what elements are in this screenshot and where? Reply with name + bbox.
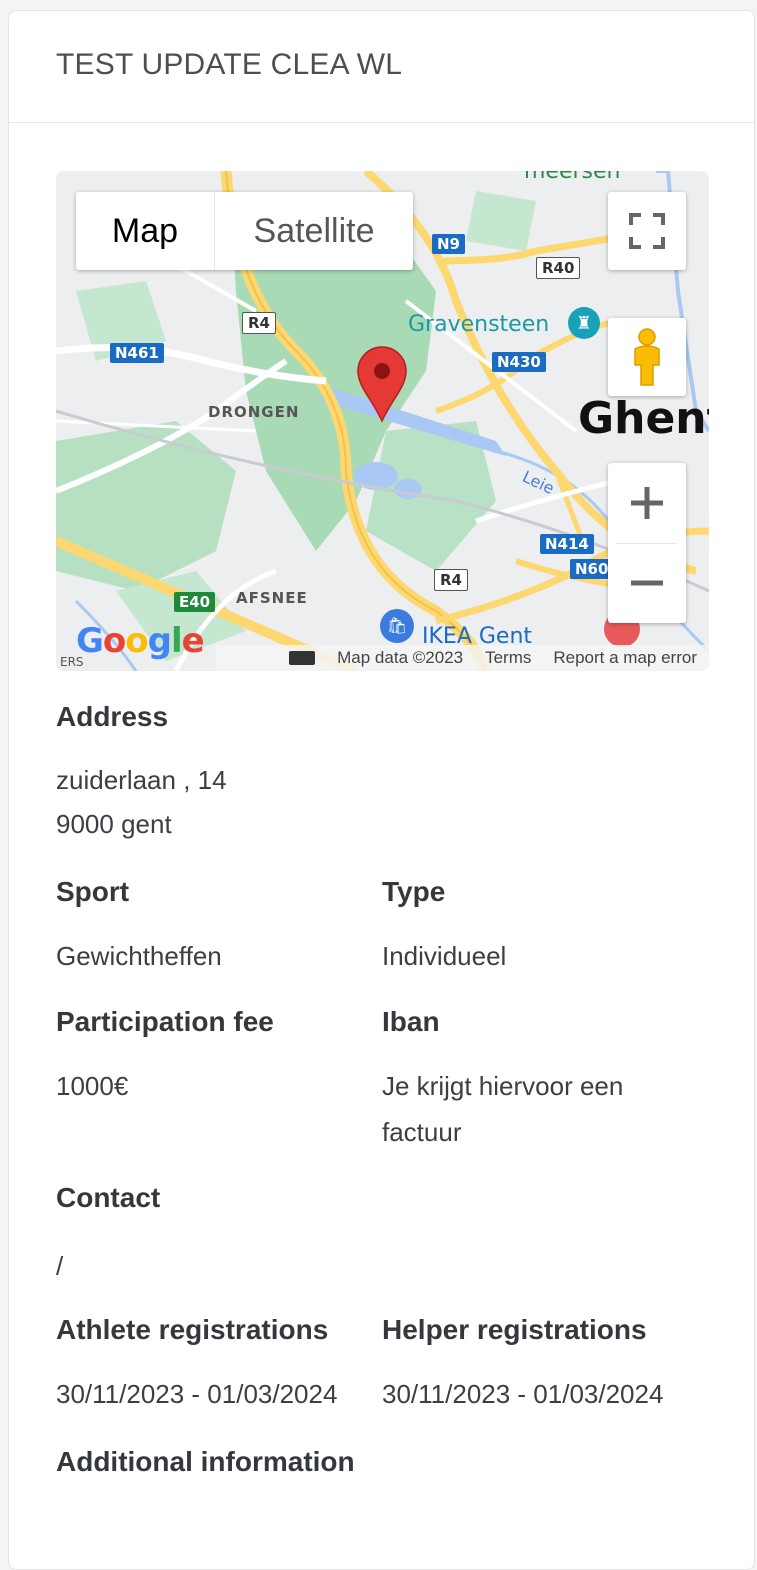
road-shield-n430: N430 [492,352,546,372]
athlete-registrations-label: Athlete registrations [56,1314,329,1345]
road-shield-n60: N60 [570,559,614,579]
iban-label: Iban [382,1006,440,1037]
card-header: TEST UPDATE CLEA WL [9,11,754,123]
event-card: TEST UPDATE CLEA WL meersen Gravensteen … [8,10,755,1570]
terms-link[interactable]: Terms [485,648,531,668]
map-label-ghent: Ghent [578,393,709,444]
road-shield-n414: N414 [540,534,594,554]
sport-value: Gewichtheffen [56,941,222,971]
map-type-control: Map Satellite [76,192,413,270]
zoom-in-button[interactable] [608,464,686,543]
road-shield-r4: R4 [242,312,276,334]
map-label-gravensteen: Gravensteen [408,312,550,337]
shopping-icon: 🛍 [380,609,414,643]
participation-fee-value: 1000€ [56,1071,129,1101]
iban-value-line1: Je krijgt hiervoor een [382,1071,624,1101]
address-line2: 9000 gent [56,809,172,839]
map-label-drongen: DRONGEN [208,403,300,421]
location-map[interactable]: meersen Gravensteen ♜ Ghent DRONGEN AFSN… [56,171,709,671]
address-line1: zuiderlaan , 14 [56,765,227,795]
map-attribution: Map data ©2023 Terms Report a map error [216,645,709,671]
museum-icon: ♜ [568,307,600,339]
zoom-control [608,463,686,623]
contact-label: Contact [56,1182,161,1213]
road-shield-r4-south: R4 [434,569,468,591]
plus-icon [631,487,663,519]
google-logo[interactable]: Google [76,621,205,661]
pegman-icon [634,328,660,386]
type-label: Type [382,876,446,907]
keyboard-shortcuts-icon[interactable] [289,651,316,665]
participation-fee-label: Participation fee [56,1006,274,1037]
map-type-satellite-button[interactable]: Satellite [214,192,413,270]
zoom-out-button[interactable] [608,544,686,623]
helper-registrations-label: Helper registrations [382,1314,647,1345]
additional-information-label: Additional information [56,1446,355,1477]
road-shield-r40: R40 [536,257,581,279]
fullscreen-button[interactable] [608,192,686,270]
address-label: Address [56,701,169,732]
map-label-meersen: meersen [524,171,621,184]
road-shield-n461: N461 [110,343,164,363]
map-type-map-button[interactable]: Map [76,192,214,270]
report-map-error-link[interactable]: Report a map error [553,648,697,668]
fullscreen-icon [629,213,665,249]
iban-value-line2: factuur [382,1117,462,1147]
sport-label: Sport [56,876,130,907]
street-view-button[interactable] [608,318,686,396]
athlete-registrations-value: 30/11/2023 - 01/03/2024 [56,1379,338,1409]
road-shield-e40: E40 [174,592,216,612]
road-shield-n9: N9 [432,234,465,254]
type-value: Individueel [382,941,507,971]
map-data-text: Map data ©2023 [337,648,464,667]
helper-registrations-value: 30/11/2023 - 01/03/2024 [382,1379,664,1409]
card-title: TEST UPDATE CLEA WL [56,47,403,81]
minus-icon [631,580,663,586]
map-label-afsnee: AFSNEE [236,589,308,607]
contact-value: / [56,1251,64,1281]
